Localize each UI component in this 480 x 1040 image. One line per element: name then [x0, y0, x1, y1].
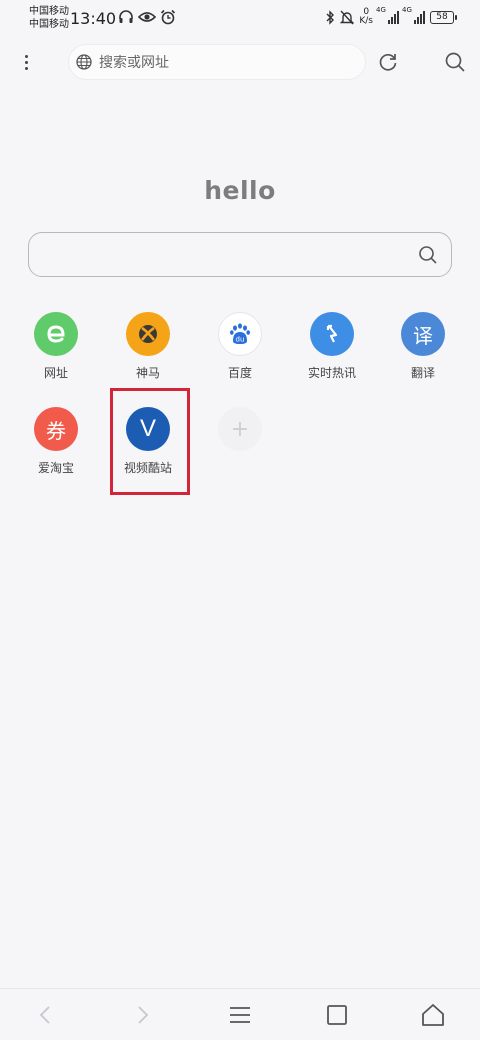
add-icon: +: [218, 407, 262, 451]
battery-indicator: 58: [430, 10, 457, 24]
address-placeholder: 搜索或网址: [99, 55, 169, 71]
search-icon[interactable]: [417, 244, 439, 266]
shortcut-label: 网址: [43, 366, 68, 380]
signal-2-label: 4G: [402, 6, 412, 14]
carrier-2: 中国移动: [29, 19, 69, 30]
shortcut-label: 翻译: [410, 366, 435, 380]
mute-bell-icon: [340, 10, 355, 24]
hello-logo: hello: [204, 176, 276, 205]
signal-2: 4G: [402, 6, 425, 24]
shortcut-shishi-rexun[interactable]: 实时热讯: [290, 312, 374, 392]
carrier-1: 中国移动: [29, 6, 69, 17]
tabs-icon[interactable]: [323, 1001, 351, 1029]
signal-1: 4G: [376, 6, 399, 24]
bottom-nav: [0, 988, 480, 1040]
shortcut-fanyi[interactable]: 译 翻译: [381, 312, 465, 392]
menu-icon[interactable]: [226, 1001, 254, 1029]
shortcut-label: 百度: [227, 366, 252, 380]
baidu-paw-icon: du: [218, 312, 262, 356]
shortcut-baidu[interactable]: du 百度: [198, 312, 282, 392]
clock: 13:40: [70, 9, 117, 28]
svg-text:du: du: [236, 336, 245, 344]
xbox-logo-icon: [126, 312, 170, 356]
add-shortcut-button[interactable]: +: [198, 407, 282, 487]
alarm-icon: [160, 9, 176, 25]
forward-icon[interactable]: [128, 1001, 156, 1029]
coupon-icon: 券: [34, 407, 78, 451]
shortcut-label: 神马: [135, 366, 160, 380]
network-speed: 0 K/s: [359, 8, 373, 26]
e-logo-icon: [34, 312, 78, 356]
search-icon[interactable]: [443, 50, 467, 74]
network-speed-unit: K/s: [359, 16, 373, 26]
translate-icon: 译: [401, 312, 445, 356]
bluetooth-icon: [326, 9, 335, 25]
shortcut-label: 实时热讯: [307, 366, 356, 380]
carrier-info: 中国移动 中国移动: [29, 5, 69, 31]
more-vertical-icon[interactable]: [18, 50, 34, 74]
status-bar: 中国移动 中国移动 13:40 0 K/s 4G 4G 58: [0, 0, 480, 36]
signal-1-label: 4G: [376, 6, 386, 14]
highlight-box: [110, 388, 190, 495]
eye-icon: [138, 12, 156, 22]
address-bar[interactable]: 搜索或网址: [68, 44, 366, 80]
shortcut-wangzhi[interactable]: 网址: [14, 312, 98, 392]
arrow-icon: [310, 312, 354, 356]
home-icon[interactable]: [419, 1001, 447, 1029]
headphones-icon: [119, 10, 133, 23]
shortcut-label: 爱淘宝: [37, 461, 74, 475]
refresh-icon[interactable]: [376, 50, 400, 74]
back-icon[interactable]: [32, 1001, 60, 1029]
shortcut-ai-taobao[interactable]: 券 爱淘宝: [14, 407, 98, 487]
shortcut-shenma[interactable]: 神马: [106, 312, 190, 392]
home-search-box[interactable]: [28, 232, 452, 277]
globe-icon: [76, 54, 92, 70]
